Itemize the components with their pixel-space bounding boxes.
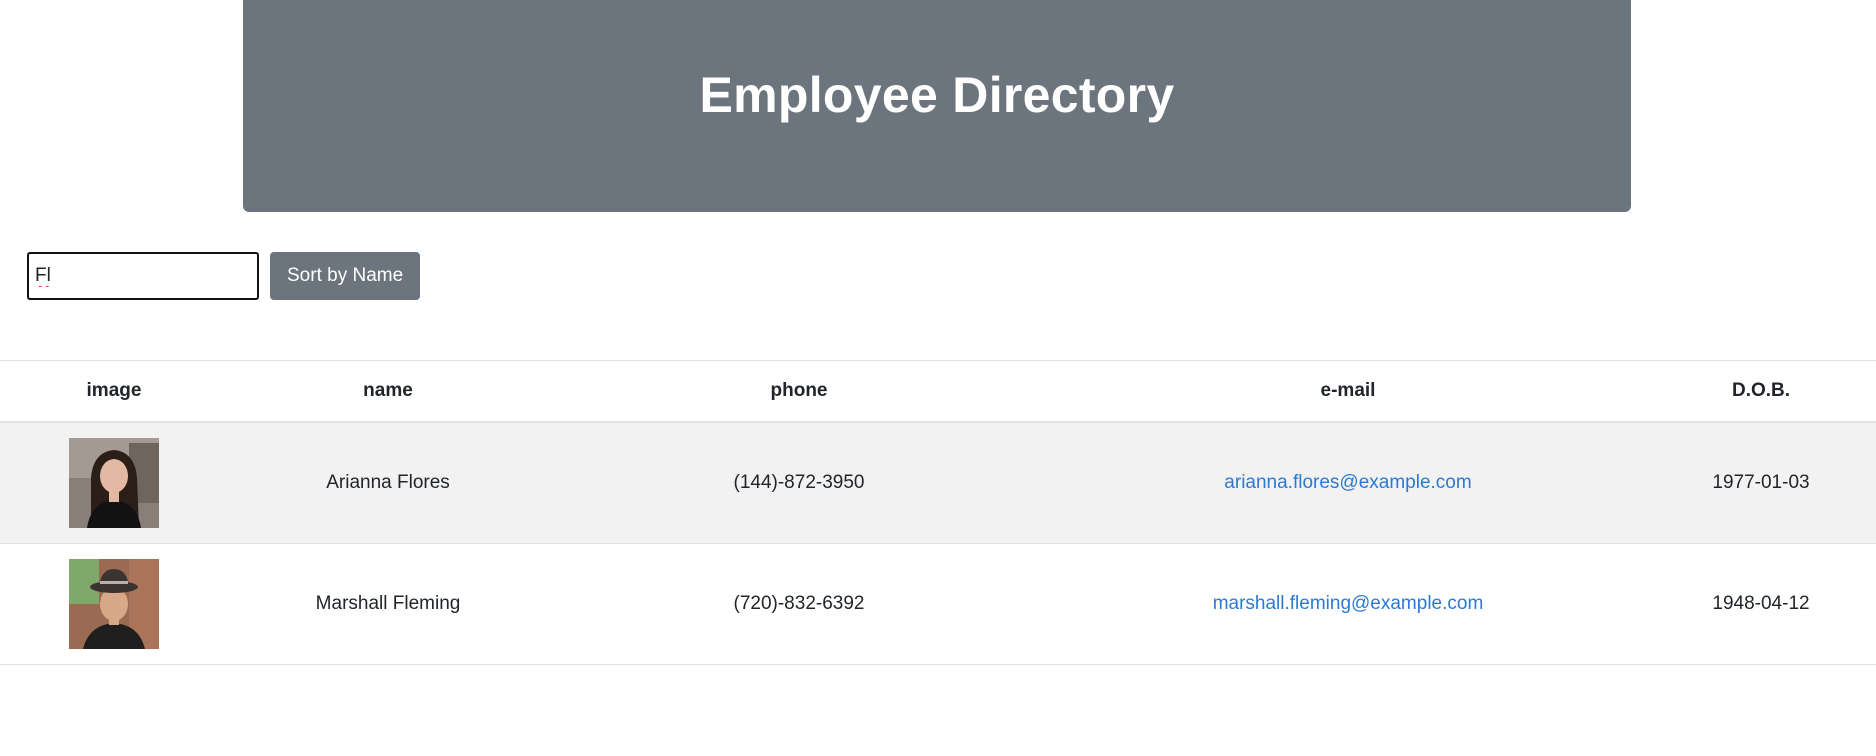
email-cell: marshall.fleming@example.com <box>1050 543 1646 665</box>
name-cell: Arianna Flores <box>228 422 548 544</box>
column-header-dob[interactable]: D.O.B. <box>1646 360 1876 423</box>
image-cell <box>0 422 228 544</box>
dob-cell: 1977-01-03 <box>1646 422 1876 544</box>
phone-cell: (144)-872-3950 <box>548 422 1050 544</box>
dob-cell: 1948-04-12 <box>1646 543 1876 665</box>
column-header-name[interactable]: name <box>228 360 548 423</box>
page: Employee Directory Sort by Name image na… <box>0 0 1876 756</box>
image-cell <box>0 543 228 665</box>
table-row: Marshall Fleming (720)-832-6392 marshall… <box>0 543 1876 665</box>
email-link[interactable]: marshall.fleming@example.com <box>1213 593 1484 614</box>
name-cell: Marshall Fleming <box>228 543 548 665</box>
employee-photo <box>69 438 159 528</box>
column-header-image[interactable]: image <box>0 360 228 423</box>
controls-bar: Sort by Name <box>27 252 421 300</box>
column-header-phone[interactable]: phone <box>548 360 1050 423</box>
employee-photo <box>69 559 159 649</box>
search-input[interactable] <box>27 252 259 300</box>
email-cell: arianna.flores@example.com <box>1050 422 1646 544</box>
employee-table: image name phone e-mail D.O.B. Arianna F… <box>0 360 1876 665</box>
column-header-email[interactable]: e-mail <box>1050 360 1646 423</box>
phone-cell: (720)-832-6392 <box>548 543 1050 665</box>
page-title: Employee Directory <box>699 67 1175 123</box>
table-row: Arianna Flores (144)-872-3950 arianna.fl… <box>0 422 1876 544</box>
table-header-row: image name phone e-mail D.O.B. <box>0 360 1876 423</box>
header-banner: Employee Directory <box>243 0 1631 212</box>
email-link[interactable]: arianna.flores@example.com <box>1224 472 1471 493</box>
sort-by-name-button[interactable]: Sort by Name <box>270 252 421 300</box>
